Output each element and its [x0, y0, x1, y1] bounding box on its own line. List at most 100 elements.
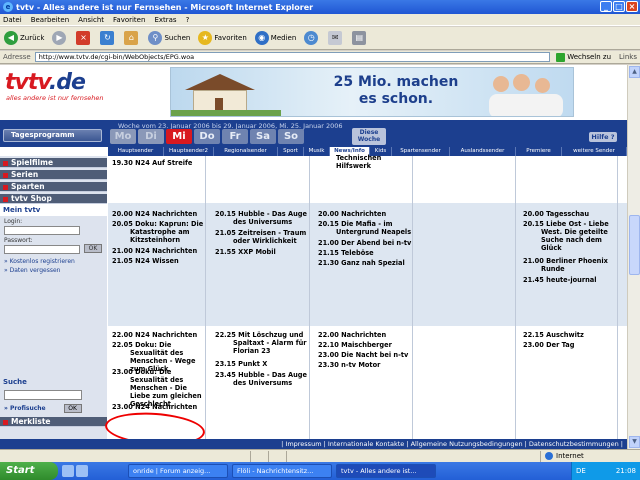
vertical-scrollbar[interactable]: ▲ ▼ — [627, 65, 640, 449]
page-icon — [2, 451, 14, 462]
tab-premiere[interactable]: Premiere — [516, 147, 562, 156]
sidebar-item-spielfilme[interactable]: Spielfilme — [0, 158, 107, 168]
back-button[interactable]: ◀ Zurück — [4, 31, 44, 45]
tab-hauptsender[interactable]: Hauptsender — [108, 147, 164, 156]
program-entry[interactable]: 21.05 N24 Wissen — [112, 257, 208, 265]
program-entry[interactable]: 23.30 n-tv Motor — [318, 361, 414, 369]
menu-datei[interactable]: Datei — [3, 16, 22, 24]
menu-extras[interactable]: Extras — [154, 16, 176, 24]
program-entry[interactable]: 21.00 N24 Nachrichten — [112, 247, 208, 255]
menu-favoriten[interactable]: Favoriten — [113, 16, 145, 24]
sidebar-item-serien[interactable]: Serien — [0, 170, 107, 180]
diese-woche-button[interactable]: Diese Woche — [352, 128, 386, 145]
sidebar-item-shop[interactable]: tvtv Shop — [0, 194, 107, 204]
print-button[interactable]: ▤ — [352, 31, 368, 45]
tab-auslandssender[interactable]: Auslandssender — [450, 147, 516, 156]
bullet-icon — [3, 184, 8, 190]
footer-links[interactable]: | Impressum | Internationale Kontakte | … — [0, 439, 627, 449]
program-entry[interactable]: 20.15 Die Mafia - im Untergrund Neapels — [318, 220, 414, 236]
search-input[interactable] — [4, 390, 82, 400]
links-button[interactable]: Links — [619, 53, 637, 61]
refresh-button[interactable]: ↻ — [100, 31, 116, 45]
scroll-thumb[interactable] — [629, 215, 640, 275]
program-entry[interactable]: 23.00 Die Nacht bei n-tv — [318, 351, 414, 359]
profisuche-link[interactable]: » Profisuche — [4, 405, 46, 412]
login-ok-button[interactable]: OK — [84, 244, 102, 253]
tab-regionalsender[interactable]: Regionalsender — [214, 147, 278, 156]
help-button[interactable]: Hilfe ? — [589, 132, 617, 142]
menu-bearbeiten[interactable]: Bearbeiten — [31, 16, 69, 24]
quicklaunch-desktop-icon[interactable] — [62, 465, 74, 477]
tab-sport[interactable]: Sport — [278, 147, 304, 156]
address-input[interactable]: http://www.tvtv.de/cgi-bin/WebObjects/EP… — [34, 52, 551, 62]
quicklaunch-ie-icon[interactable] — [76, 465, 88, 477]
tagesprogramm-button[interactable]: Tagesprogramm — [3, 129, 102, 142]
media-button[interactable]: ◉ Medien — [254, 31, 296, 45]
search-ok-button[interactable]: OK — [63, 404, 82, 413]
tvtv-logo[interactable]: tvtv.de — [5, 70, 86, 95]
day-tab-sa[interactable]: Sa — [250, 129, 276, 144]
program-entry[interactable]: 23.15 Punkt X — [215, 360, 311, 368]
day-tab-di[interactable]: Di — [138, 129, 164, 144]
sidebar-item-sparten[interactable]: Sparten — [0, 182, 107, 192]
favorites-button[interactable]: ★ Favoriten — [198, 31, 247, 45]
menu-help[interactable]: ? — [186, 16, 190, 24]
mail-button[interactable]: ✉ — [328, 31, 344, 45]
program-entry[interactable]: 21.45 heute-journal — [523, 276, 619, 284]
globe-icon — [545, 452, 553, 460]
home-button[interactable]: ⌂ — [124, 31, 140, 45]
scroll-up-arrow-icon[interactable]: ▲ — [629, 66, 640, 78]
day-tab-do[interactable]: Do — [194, 129, 220, 144]
sidebar-item-merkliste[interactable]: Merkliste — [0, 417, 107, 427]
language-indicator[interactable]: DE — [576, 467, 586, 475]
tab-hauptsender2[interactable]: Hauptsender2 — [164, 147, 214, 156]
program-entry[interactable]: 21.00 Berliner Phoenix Runde — [523, 257, 619, 273]
program-entry[interactable]: 20.05 Doku: Kaprun: Die Katastrophe am K… — [112, 220, 208, 244]
program-entry[interactable]: 21.00 Der Abend bei n-tv — [318, 239, 414, 247]
task-tvtv[interactable]: tvtv - Alles andere ist... — [336, 464, 436, 478]
program-entry[interactable]: 22.10 Maischberger — [318, 341, 414, 349]
program-entry[interactable]: 20.00 Tagesschau — [523, 210, 619, 218]
program-entry[interactable]: 21.05 Zeitreisen - Traum oder Wirklichke… — [215, 229, 311, 245]
register-link[interactable]: » Kostenlos registrieren — [4, 258, 103, 265]
start-button[interactable]: Start — [0, 462, 58, 480]
day-tab-fr[interactable]: Fr — [222, 129, 248, 144]
go-button[interactable]: Wechseln zu — [556, 52, 611, 62]
program-entry[interactable]: 20.00 Nachrichten — [318, 210, 414, 218]
program-entry[interactable]: 20.15 Liebe Ost - Liebe West. Die geteil… — [523, 220, 619, 252]
program-entry[interactable]: 23.00 N24 Nachrichten — [112, 403, 208, 411]
program-entry[interactable]: 22.00 N24 Nachrichten — [112, 331, 208, 339]
program-entry[interactable]: 20.15 Hubble - Das Auge des Universums — [215, 210, 311, 226]
program-entry[interactable]: 21.55 XXP Mobil — [215, 248, 311, 256]
maximize-button[interactable]: □ — [613, 1, 625, 12]
menu-ansicht[interactable]: Ansicht — [78, 16, 104, 24]
stop-button[interactable]: × — [76, 31, 92, 45]
program-entry[interactable]: 23.00 Doku: Die Sexualität des Menschen … — [112, 368, 208, 408]
program-entry[interactable]: 21.30 Ganz nah Spezial — [318, 259, 414, 267]
tab-weitere-sender[interactable]: weitere Sender — [562, 147, 627, 156]
forward-button[interactable]: ▶ — [52, 31, 68, 45]
program-entry[interactable]: 22.00 Nachrichten — [318, 331, 414, 339]
search-button[interactable]: ⚲ Suchen — [148, 31, 190, 45]
day-tab-mo[interactable]: Mo — [110, 129, 136, 144]
program-entry[interactable]: 19.30 N24 Auf Streife — [112, 159, 208, 167]
program-entry[interactable]: 23.45 Hubble - Das Auge des Universums — [215, 371, 311, 387]
program-entry[interactable]: 22.15 Auschwitz — [523, 331, 619, 339]
ad-banner[interactable]: 25 Mio. machen es schon. — [170, 67, 574, 117]
day-tab-mi[interactable]: Mi — [166, 129, 192, 144]
tab-musik[interactable]: Musik — [304, 147, 330, 156]
history-button[interactable]: ◷ — [304, 31, 320, 45]
program-entry[interactable]: 20.00 N24 Nachrichten — [112, 210, 208, 218]
minimize-button[interactable]: _ — [600, 1, 612, 12]
close-button[interactable]: × — [626, 1, 638, 12]
forgot-data-link[interactable]: » Daten vergessen — [4, 267, 103, 274]
task-forum[interactable]: onride | Forum anzeig... — [128, 464, 228, 478]
login-input[interactable] — [4, 226, 80, 235]
program-entry[interactable]: 21.15 Teleböse — [318, 249, 414, 257]
program-entry[interactable]: 23.00 Der Tag — [523, 341, 619, 349]
day-tab-so[interactable]: So — [278, 129, 304, 144]
password-input[interactable] — [4, 245, 80, 254]
program-entry[interactable]: 22.25 Mit Löschzug und Spaltaxt - Alarm … — [215, 331, 311, 355]
scroll-down-arrow-icon[interactable]: ▼ — [629, 436, 640, 448]
task-nachrichten[interactable]: Flöli - Nachrichtensitz... — [232, 464, 332, 478]
